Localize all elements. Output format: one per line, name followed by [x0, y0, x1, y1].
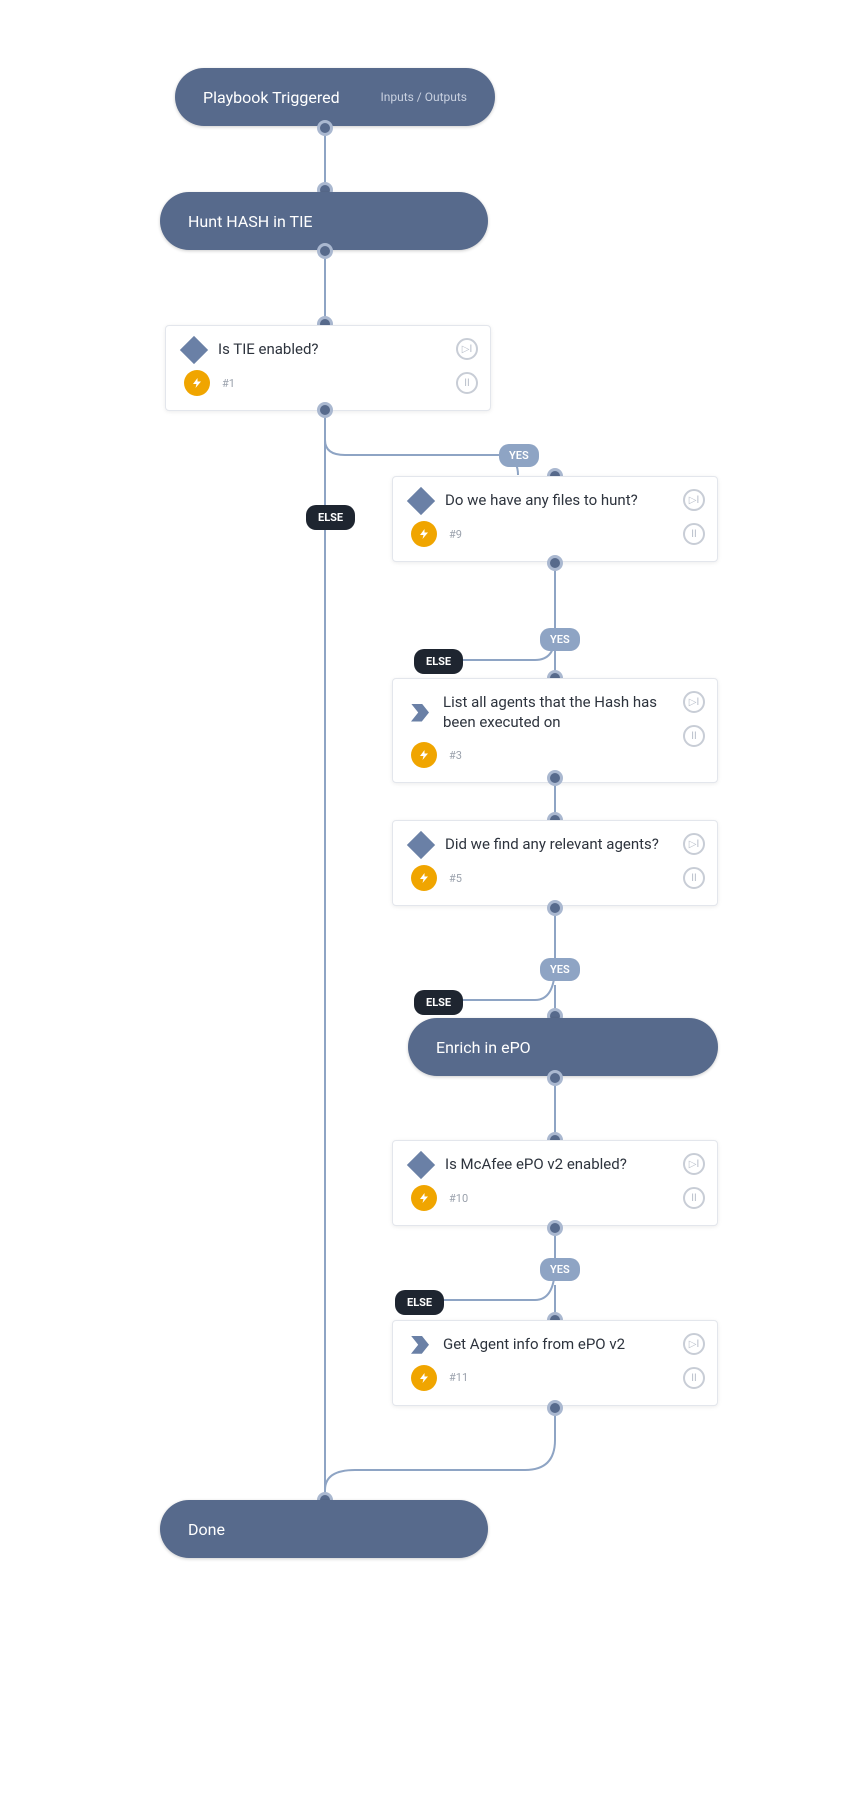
skip-icon[interactable]: ▷I: [683, 833, 705, 855]
pause-icon[interactable]: II: [683, 867, 705, 889]
branch-yes-badge: YES: [540, 958, 580, 981]
task-number: #1: [222, 377, 235, 390]
pause-icon[interactable]: II: [683, 523, 705, 545]
skip-icon[interactable]: ▷I: [456, 338, 478, 360]
chevron-icon: [411, 1336, 429, 1354]
task-find-relevant-agents[interactable]: Did we find any relevant agents? #5 ▷I I…: [392, 820, 718, 906]
task-title: List all agents that the Hash has been e…: [443, 693, 663, 732]
section-hunt-hash-label: Hunt HASH in TIE: [188, 212, 313, 231]
skip-icon[interactable]: ▷I: [683, 1333, 705, 1355]
connector-dot: [317, 243, 333, 259]
pause-icon[interactable]: II: [456, 372, 478, 394]
connector-dot: [547, 555, 563, 571]
pause-icon[interactable]: II: [683, 1367, 705, 1389]
connector-dot: [547, 1070, 563, 1086]
pause-icon[interactable]: II: [683, 725, 705, 747]
trigger-label: Playbook Triggered: [203, 88, 340, 107]
task-number: #3: [449, 749, 462, 762]
task-get-agent-info[interactable]: Get Agent info from ePO v2 #11 ▷I II: [392, 1320, 718, 1406]
bolt-icon: [411, 1365, 437, 1391]
connector-dot: [547, 1220, 563, 1236]
task-title: Is TIE enabled?: [218, 340, 319, 360]
branch-yes-badge: YES: [540, 628, 580, 651]
branch-else-badge: ELSE: [395, 1290, 444, 1315]
connector-dot: [547, 900, 563, 916]
task-title: Get Agent info from ePO v2: [443, 1335, 625, 1355]
bolt-icon: [411, 742, 437, 768]
diamond-icon: [407, 831, 435, 859]
bolt-icon: [184, 370, 210, 396]
trigger-sublabel[interactable]: Inputs / Outputs: [380, 90, 467, 104]
connector-dot: [317, 120, 333, 136]
task-title: Is McAfee ePO v2 enabled?: [445, 1155, 627, 1175]
done-label: Done: [188, 1520, 225, 1539]
skip-icon[interactable]: ▷I: [683, 1153, 705, 1175]
task-title: Do we have any files to hunt?: [445, 491, 638, 511]
chevron-icon: [411, 704, 429, 722]
section-enrich-epo-label: Enrich in ePO: [436, 1038, 531, 1057]
section-enrich-epo[interactable]: Enrich in ePO: [408, 1018, 718, 1076]
diamond-icon: [407, 487, 435, 515]
bolt-icon: [411, 865, 437, 891]
bolt-icon: [411, 1185, 437, 1211]
branch-yes-badge: YES: [499, 444, 539, 467]
diamond-icon: [407, 1151, 435, 1179]
branch-else-badge: ELSE: [306, 505, 355, 530]
done-node[interactable]: Done: [160, 1500, 488, 1558]
branch-else-badge: ELSE: [414, 649, 463, 674]
bolt-icon: [411, 521, 437, 547]
task-list-agents[interactable]: List all agents that the Hash has been e…: [392, 678, 718, 783]
diamond-icon: [180, 336, 208, 364]
skip-icon[interactable]: ▷I: [683, 489, 705, 511]
branch-yes-badge: YES: [540, 1258, 580, 1281]
task-tie-enabled[interactable]: Is TIE enabled? #1 ▷I II: [165, 325, 491, 411]
task-number: #9: [449, 528, 462, 541]
trigger-node[interactable]: Playbook Triggered Inputs / Outputs: [175, 68, 495, 126]
pause-icon[interactable]: II: [683, 1187, 705, 1209]
task-number: #11: [449, 1371, 468, 1384]
section-hunt-hash[interactable]: Hunt HASH in TIE: [160, 192, 488, 250]
connector-dot: [547, 1400, 563, 1416]
task-files-to-hunt[interactable]: Do we have any files to hunt? #9 ▷I II: [392, 476, 718, 562]
branch-else-badge: ELSE: [414, 990, 463, 1015]
connector-dot: [547, 770, 563, 786]
task-epo-enabled[interactable]: Is McAfee ePO v2 enabled? #10 ▷I II: [392, 1140, 718, 1226]
task-title: Did we find any relevant agents?: [445, 835, 659, 855]
skip-icon[interactable]: ▷I: [683, 691, 705, 713]
connector-dot: [317, 402, 333, 418]
task-number: #5: [449, 872, 462, 885]
task-number: #10: [449, 1192, 468, 1205]
